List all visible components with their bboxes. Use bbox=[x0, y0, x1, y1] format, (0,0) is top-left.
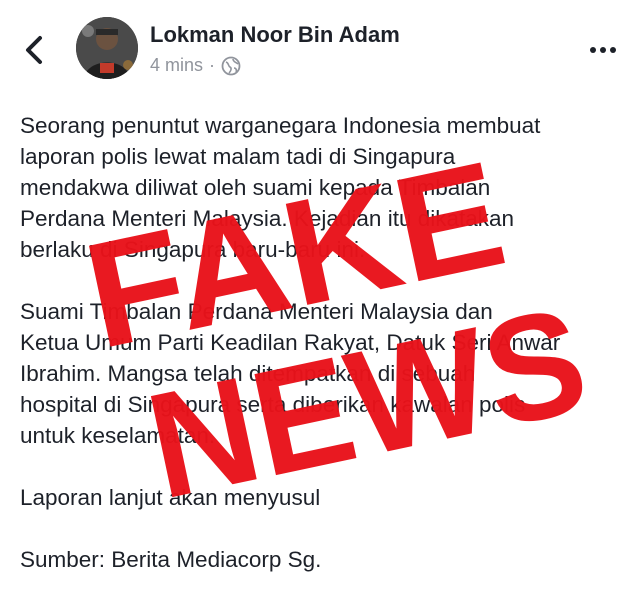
post-time[interactable]: 4 mins bbox=[150, 55, 203, 76]
post-header: Lokman Noor Bin Adam 4 mins · bbox=[0, 0, 640, 96]
chevron-left-icon bbox=[26, 36, 42, 64]
post-paragraph-1: Seorang penuntut warganegara Indonesia m… bbox=[20, 113, 541, 262]
meta-separator: · bbox=[209, 55, 216, 75]
post-paragraph-4: Sumber: Berita Mediacorp Sg. bbox=[20, 547, 322, 572]
post-meta: 4 mins · bbox=[150, 55, 241, 76]
post-paragraph-2: Suami Timbalan Perdana Menteri Malaysia … bbox=[20, 299, 561, 448]
author-name[interactable]: Lokman Noor Bin Adam bbox=[150, 22, 400, 48]
post-paragraph-3: Laporan lanjut akan menyusul bbox=[20, 485, 321, 510]
avatar-image bbox=[76, 17, 138, 79]
more-options-icon bbox=[590, 47, 616, 53]
post-body: Seorang penuntut warganegara Indonesia m… bbox=[20, 110, 620, 575]
avatar[interactable] bbox=[76, 17, 138, 79]
back-button[interactable] bbox=[18, 30, 54, 70]
post-screen: Lokman Noor Bin Adam 4 mins · Seorang pe… bbox=[0, 0, 640, 597]
globe-icon bbox=[221, 56, 241, 75]
more-options-button[interactable] bbox=[588, 40, 618, 60]
